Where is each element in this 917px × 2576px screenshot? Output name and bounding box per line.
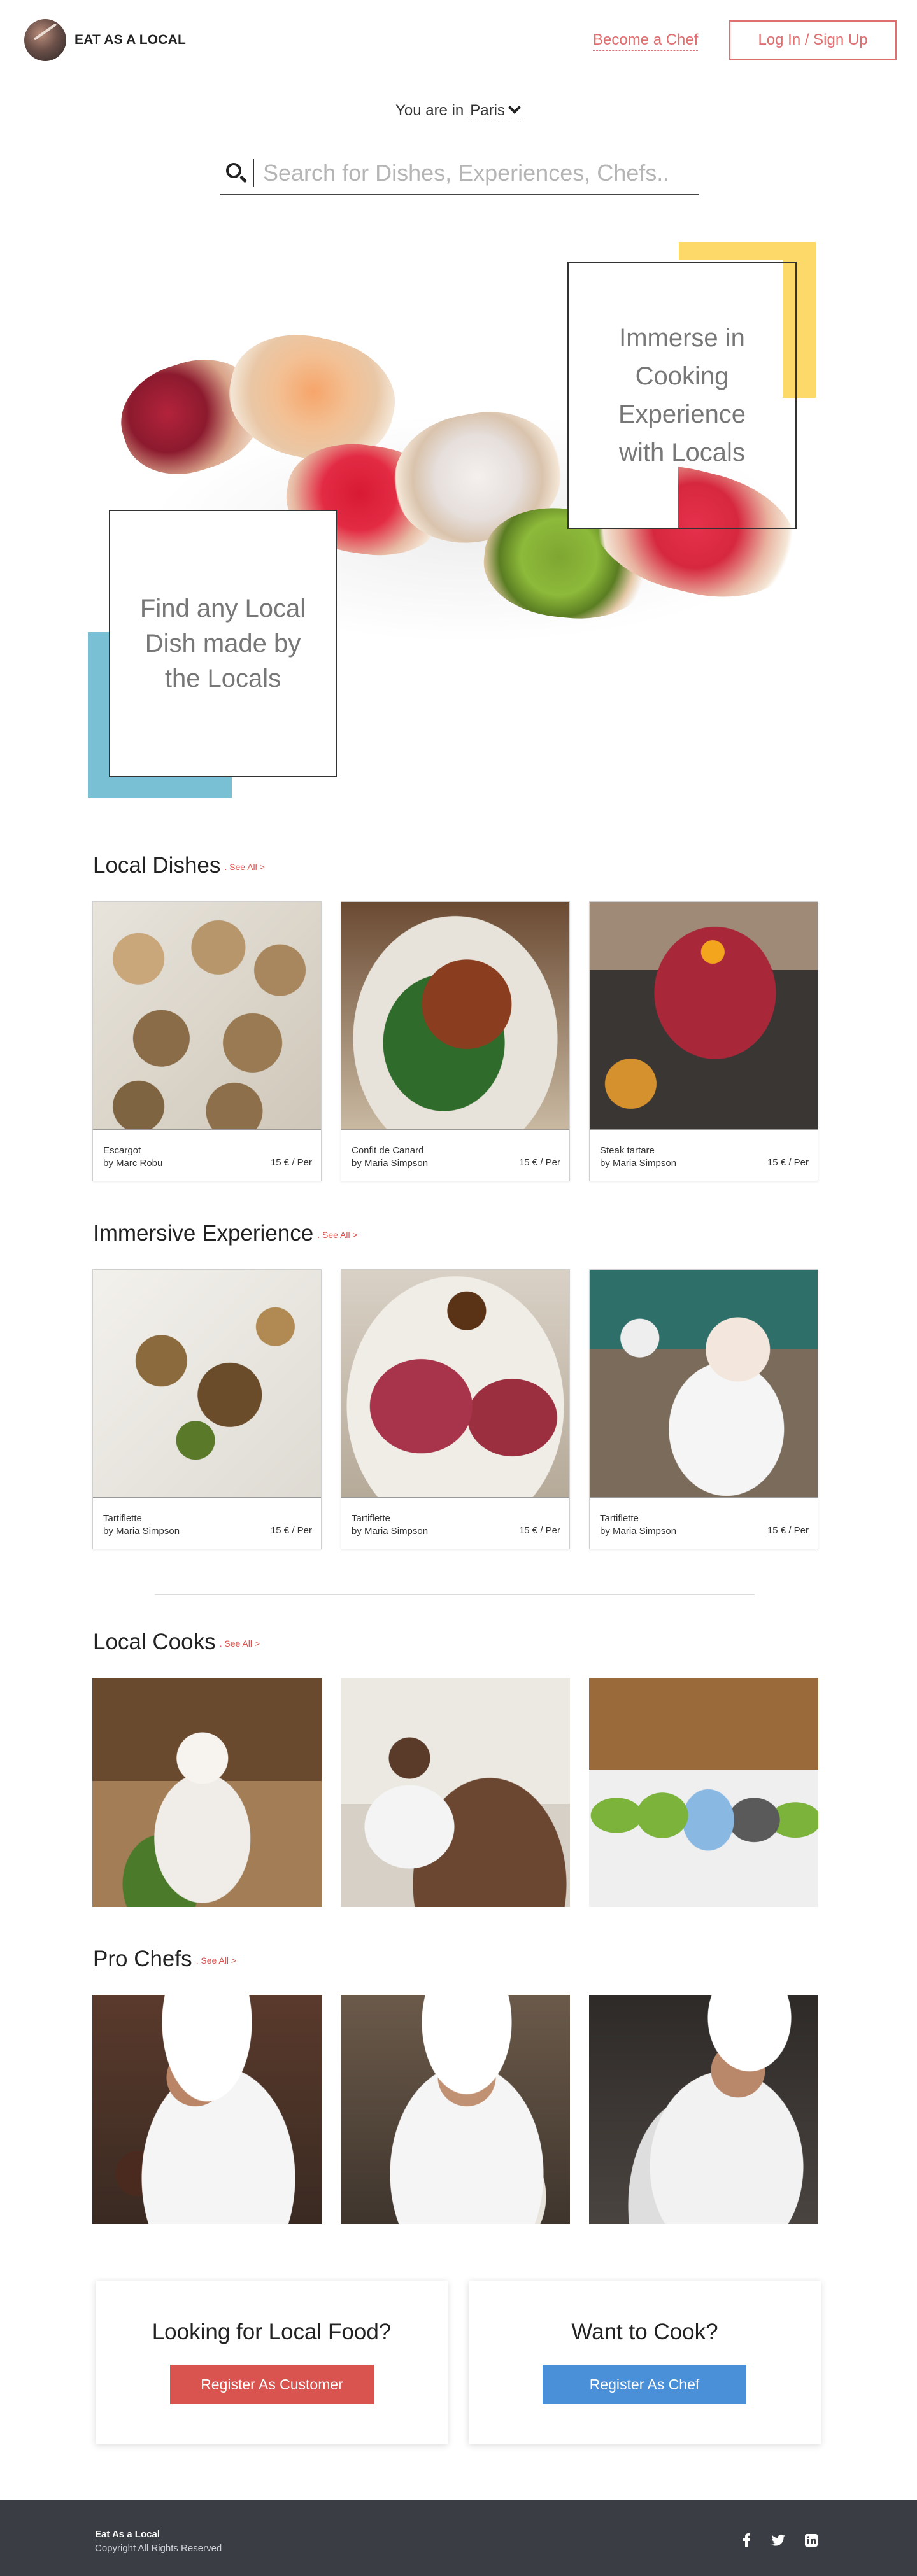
experience-author: by Maria Simpson	[352, 1526, 429, 1537]
experience-image[interactable]	[590, 1270, 818, 1498]
experience-author: by Maria Simpson	[103, 1526, 180, 1537]
dish-image[interactable]	[93, 902, 321, 1130]
dish-name: Confit de Canard	[352, 1145, 424, 1156]
dish-card[interactable]: Confit de Canard by Maria Simpson 15 € /…	[341, 901, 570, 1181]
immersive-see-all-link[interactable]: . See All >	[317, 1230, 357, 1240]
location-selector: You are in Paris	[0, 101, 917, 120]
city-dropdown[interactable]: Paris	[467, 101, 522, 120]
logo-icon[interactable]	[24, 19, 66, 61]
experience-image[interactable]	[341, 1270, 569, 1498]
chef-cta-title: Want to Cook?	[571, 2319, 718, 2344]
local-cooks-see-all-link[interactable]: . See All >	[220, 1638, 260, 1649]
experience-author: by Maria Simpson	[600, 1526, 677, 1537]
pro-chefs-see-all-link[interactable]: . See All >	[196, 1955, 236, 1966]
search-input[interactable]	[263, 160, 671, 187]
register-chef-button[interactable]: Register As Chef	[543, 2365, 746, 2404]
hero-left-text: Find any Local Dish made by the Locals	[139, 594, 306, 693]
section-title-immersive: Immersive Experience. See All >	[93, 1221, 358, 1246]
customer-cta-title: Looking for Local Food?	[152, 2319, 392, 2344]
local-dishes-title: Local Dishes	[93, 853, 221, 878]
local-cooks-title: Local Cooks	[93, 1629, 216, 1654]
location-prefix: You are in	[395, 102, 464, 119]
chef-cta-card: Want to Cook? Register As Chef	[469, 2281, 821, 2444]
dish-price: 15 € / Per	[767, 1157, 809, 1168]
hero-right-text: Immerse in Cooking Experience with Local…	[618, 324, 746, 467]
city-label: Paris	[470, 102, 505, 119]
login-signup-button[interactable]: Log In / Sign Up	[729, 20, 897, 60]
hero-banner: Immerse in Cooking Experience with Local…	[0, 236, 917, 808]
customer-cta-card: Looking for Local Food? Register As Cust…	[96, 2281, 448, 2444]
footer-copyright: Copyright All Rights Reserved	[95, 2543, 222, 2554]
dish-image[interactable]	[590, 902, 818, 1130]
experience-name: Tartiflette	[600, 1513, 639, 1524]
pro-chefs-title: Pro Chefs	[93, 1946, 192, 1971]
twitter-icon[interactable]	[771, 2533, 786, 2548]
site-footer: Eat As a Local Copyright All Rights Rese…	[0, 2500, 917, 2576]
chevron-down-icon[interactable]	[508, 101, 521, 114]
experience-name: Tartiflette	[352, 1513, 390, 1524]
search-bar	[220, 153, 699, 195]
dish-price: 15 € / Per	[270, 1157, 312, 1168]
linkedin-icon[interactable]	[804, 2533, 819, 2548]
dish-image[interactable]	[341, 902, 569, 1130]
local-cook-photo[interactable]	[589, 1678, 818, 1907]
experience-image[interactable]	[93, 1270, 321, 1498]
dish-author: by Maria Simpson	[352, 1158, 429, 1169]
dish-price: 15 € / Per	[518, 1157, 560, 1168]
search-divider	[253, 159, 254, 187]
site-header: EAT AS A LOCAL Become a Chef Log In / Si…	[0, 0, 917, 83]
section-title-pro-chefs: Pro Chefs . See All >	[93, 1946, 236, 1972]
pro-chef-photo[interactable]	[589, 1995, 818, 2224]
dish-name: Escargot	[103, 1145, 141, 1156]
section-title-local-cooks: Local Cooks . See All >	[93, 1629, 260, 1655]
experience-price: 15 € / Per	[270, 1525, 312, 1536]
dish-name: Steak tartare	[600, 1145, 655, 1156]
become-chef-link[interactable]: Become a Chef	[593, 31, 699, 51]
immersive-title: Immersive Experience	[93, 1221, 314, 1246]
experience-card[interactable]: Tartiflette by Maria Simpson 15 € / Per	[341, 1269, 570, 1549]
local-cook-photo[interactable]	[341, 1678, 570, 1907]
experience-price: 15 € / Per	[767, 1525, 809, 1536]
search-icon[interactable]	[224, 160, 249, 186]
dish-card[interactable]: Escargot by Marc Robu 15 € / Per	[92, 901, 322, 1181]
brand-name[interactable]: EAT AS A LOCAL	[75, 32, 186, 48]
register-customer-button[interactable]: Register As Customer	[170, 2365, 374, 2404]
pro-chef-photo[interactable]	[341, 1995, 570, 2224]
local-cook-photo[interactable]	[92, 1678, 322, 1907]
pro-chef-photo[interactable]	[92, 1995, 322, 2224]
footer-brand: Eat As a Local	[95, 2529, 160, 2540]
facebook-icon[interactable]	[739, 2533, 754, 2548]
dish-author: by Marc Robu	[103, 1158, 163, 1169]
experience-price: 15 € / Per	[518, 1525, 560, 1536]
experience-name: Tartiflette	[103, 1513, 142, 1524]
dish-card[interactable]: Steak tartare by Maria Simpson 15 € / Pe…	[589, 901, 818, 1181]
local-dishes-see-all-link[interactable]: . See All >	[224, 862, 264, 872]
section-divider	[155, 1594, 755, 1595]
dish-author: by Maria Simpson	[600, 1158, 677, 1169]
section-title-local-dishes: Local Dishes. See All >	[93, 853, 265, 878]
experience-card[interactable]: Tartiflette by Maria Simpson 15 € / Per	[92, 1269, 322, 1549]
experience-card[interactable]: Tartiflette by Maria Simpson 15 € / Per	[589, 1269, 818, 1549]
